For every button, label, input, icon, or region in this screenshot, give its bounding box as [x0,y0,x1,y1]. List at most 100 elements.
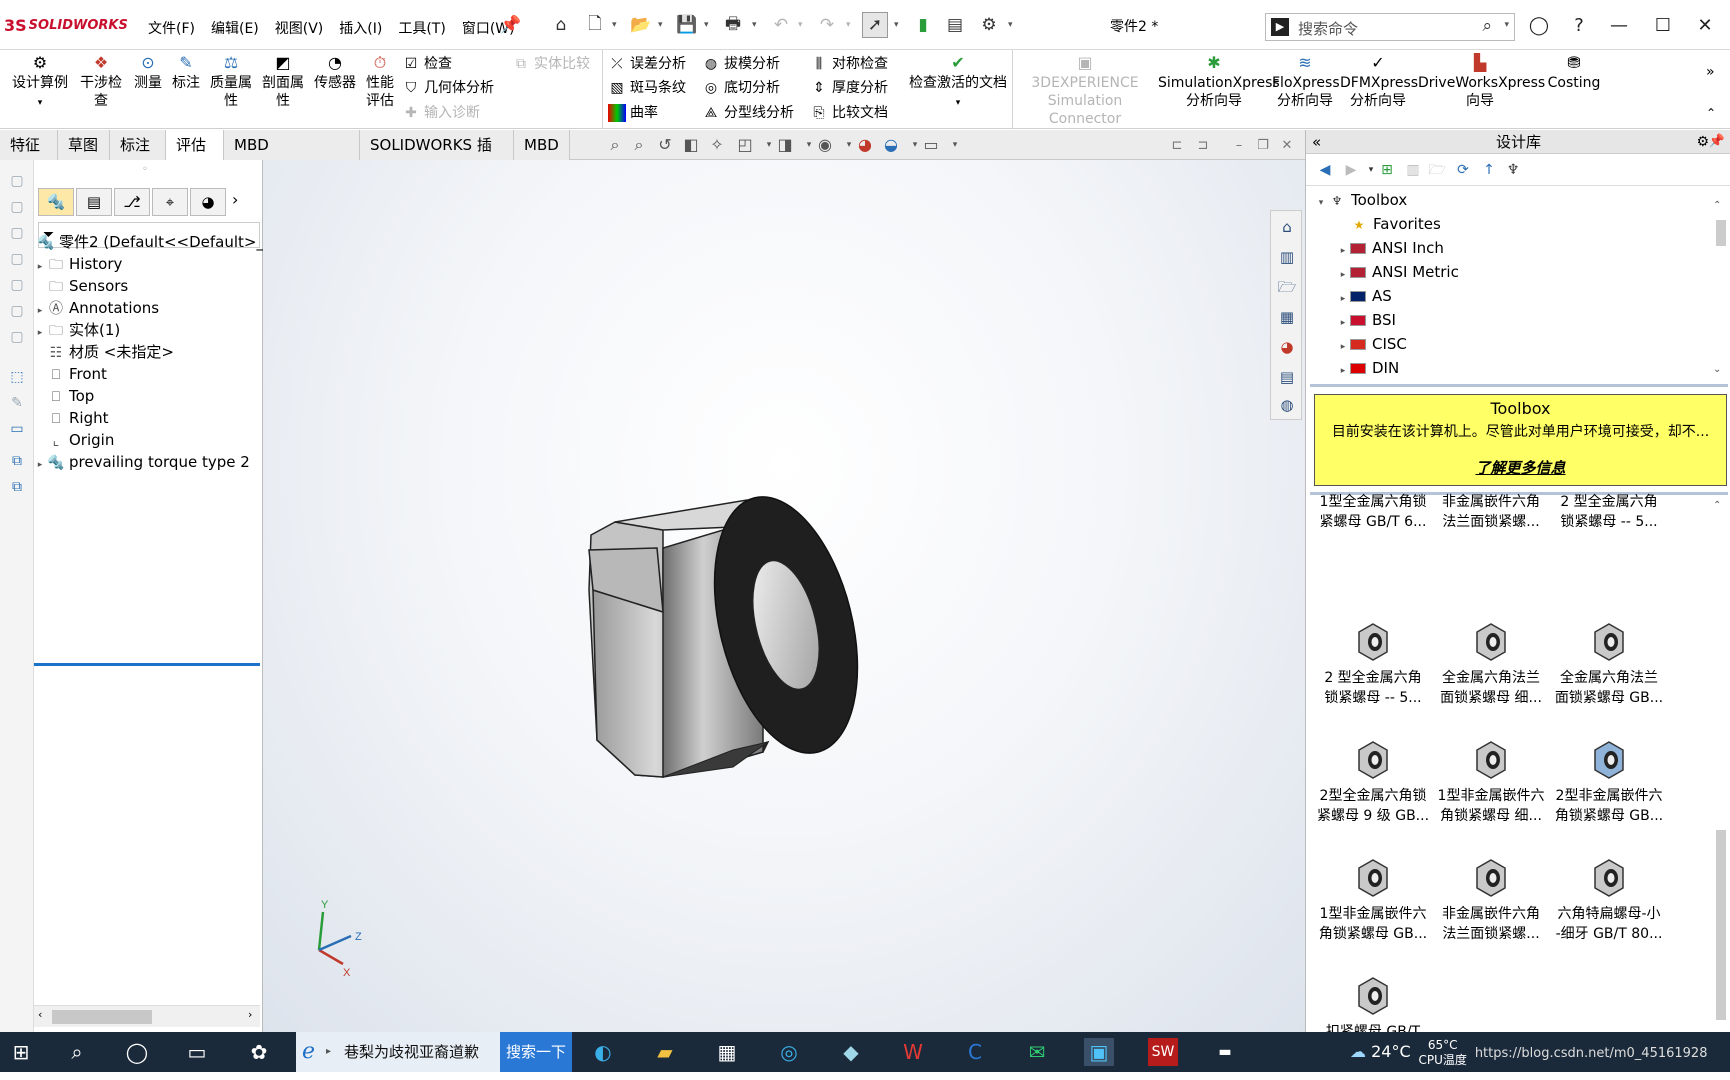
tab-evaluate[interactable]: 评估 [166,130,224,160]
draft-analysis-button[interactable]: ◍ 拔模分析 [702,53,780,75]
cortana-icon[interactable]: ◯ [122,1038,152,1066]
task-view-icon[interactable]: ▭ [182,1038,212,1066]
c-app-icon[interactable]: C [960,1038,990,1066]
toolbox-part-item[interactable]: 2 型全金属六角 锁紧螺母 -- 5... [1314,616,1432,726]
doc-close-icon[interactable]: ✕ [1277,136,1297,156]
dynamic-annotation-icon[interactable]: ✧ [706,134,728,156]
simulationxpress-button[interactable]: ✱ SimulationXpress 分析向导 [1158,54,1280,110]
up-one-level-icon[interactable]: ↑ [1478,160,1500,180]
tab-mbd[interactable]: MBD [514,130,570,160]
sketch-tool-icon[interactable]: ▢ [6,300,28,322]
graphics-area[interactable]: Y Z X ⊏ ⊐ – ❐ ✕ [263,138,1305,1032]
scroll-left-icon[interactable]: ‹ [38,1008,42,1021]
pane-pin-icon[interactable]: 📌 [1709,130,1725,154]
tab-features[interactable]: 特征 [0,130,58,160]
select-tool-icon[interactable]: ⬚ [6,366,28,388]
cpu-temp-widget[interactable]: 65°C CPU温度 [1416,1038,1470,1068]
sketch-tool-icon[interactable]: ▢ [6,222,28,244]
edit-appearance-icon[interactable]: ◕ [854,134,876,156]
app-pinwheel-icon[interactable]: ✿ [244,1038,274,1066]
usb-device-icon[interactable]: ▬ [1210,1038,1240,1066]
menu-insert[interactable]: 插入(I) [331,16,390,42]
menu-view[interactable]: 视图(V) [267,16,332,42]
toolbox-part-item[interactable]: 六角特扁螺母-小 -细牙 GB/T 80... [1550,852,1668,962]
propertymanager-tab-icon[interactable]: ▤ [76,188,112,216]
undercut-analysis-button[interactable]: ◎ 底切分析 [702,77,780,99]
splitter-bar[interactable] [1310,384,1728,387]
rebuild-traffic-light-icon[interactable]: ▮ [910,12,936,38]
floxpress-button[interactable]: ≋ FloXpress 分析向导 [1272,54,1340,110]
tree-item[interactable]: ⎕ Right [34,406,263,430]
windows-start-icon[interactable]: ⊞ [6,1038,36,1066]
tree-scroll-thumb[interactable] [1716,220,1726,246]
print-dropdown-icon[interactable]: ▾ [752,12,762,38]
library-tree-item[interactable]: ▸ ANSI Inch [1336,236,1444,260]
menu-file[interactable]: 文件(F) [140,16,203,42]
thickness-analysis-button[interactable]: ⇕ 厚度分析 [810,77,888,99]
sensor-button[interactable]: ◔ 传感器 [310,54,360,92]
forward-arrow-icon[interactable]: ▶ [1340,160,1362,180]
display-style-icon[interactable]: ◨ [774,134,796,156]
paste-tool-icon[interactable]: ⧉ [6,476,28,498]
zebra-stripes-button[interactable]: ▧ 斑马条纹 [608,77,686,99]
taskbar-search-icon[interactable]: ⌕ [62,1038,92,1066]
tree-item[interactable]: ▸ 🗀 History [34,252,263,276]
dimxpertmanager-tab-icon[interactable]: ⌖ [152,188,188,216]
refresh-icon[interactable]: ⟳ [1452,160,1474,180]
toolbox-part-item[interactable]: 非金属嵌件六角 法兰面锁紧螺... [1432,446,1550,556]
section-properties-button[interactable]: ◩ 剖面属 性 [258,54,308,110]
toolbox-part-item[interactable]: 全金属六角法兰 面锁紧螺母 细... [1432,616,1550,726]
menu-tools[interactable]: 工具(T) [390,16,453,42]
add-file-location-icon[interactable]: ▥ [1402,160,1424,180]
library-expand-icon[interactable]: ▾ [1314,191,1328,215]
library-expand-icon[interactable]: ▸ [1336,359,1350,383]
weather-icon[interactable]: ☁ [1350,1042,1366,1061]
3dexperience-connector-button[interactable]: ▣ 3DEXPERIENCE Simulation Connector [1016,54,1154,128]
markup-button[interactable]: ✎ 标注 [168,54,204,92]
displaymanager-tab-icon[interactable]: ◕ [190,188,226,216]
interference-check-button[interactable]: ❖ 干涉检 查 [76,54,126,110]
view-palette-icon[interactable]: ▦ [1276,306,1298,328]
curvature-button[interactable]: ■曲率 [608,102,658,124]
new-dropdown-icon[interactable]: ▾ [612,12,622,38]
deviation-analysis-button[interactable]: ⤫ 误差分析 [608,53,686,75]
toolbox-settings-icon[interactable]: ♆ [1502,160,1524,180]
check-button[interactable]: ☑ 检查 [402,53,452,75]
hex-nut-model[interactable] [588,482,882,778]
view-orientation-icon[interactable]: ◰ [734,134,756,156]
tree-scroll-up-icon[interactable]: ⌃ [1713,200,1721,211]
pin-icon[interactable]: 📌 [498,12,524,38]
coordinate-triad[interactable]: Y Z X [317,899,362,979]
tree-item[interactable]: ⎕ Top [34,384,263,408]
grid-scroll-up-icon[interactable]: ⌃ [1713,500,1721,511]
solidworks-taskbar-icon[interactable]: SW [1148,1038,1178,1066]
more-tabs-chevron-icon[interactable]: › [232,190,238,209]
smart-dimension-icon[interactable]: ✎ [6,392,28,414]
ribbon-expand-chevron-icon[interactable]: » [1706,64,1715,80]
tab-mbd-dimensions[interactable]: MBD Dimensions [224,130,360,184]
options-gear-icon[interactable]: ⚙ [976,12,1002,38]
custom-properties-icon[interactable]: ▤ [1276,366,1298,388]
toolbox-part-item[interactable]: 全金属六角法兰 面锁紧螺母 GB... [1550,616,1668,726]
toolbox-part-item[interactable]: 1型非金属嵌件六 角锁紧螺母 GB... [1314,852,1432,962]
costing-button[interactable]: ⛃ Costing [1542,54,1606,92]
active-app-icon[interactable]: ▣ [1084,1038,1114,1066]
print-icon[interactable]: 🖶 [720,12,746,38]
tree-item[interactable]: ▸ 🔩 prevailing torque type 2 [34,450,263,474]
library-tree-item[interactable]: ★ Favorites [1336,212,1441,236]
compare-bodies-button[interactable]: ⧉ 实体比较 [512,53,590,75]
search-dropdown-icon[interactable]: ▾ [1504,20,1509,30]
toolbox-part-item[interactable]: 2型全金属六角锁 紧螺母 9 级 GB... [1314,734,1432,844]
performance-evaluation-button[interactable]: ⏱ 性能 评估 [362,54,398,110]
toolbox-part-item[interactable]: 1型非金属嵌件六 角锁紧螺母 细... [1432,734,1550,844]
help-icon[interactable]: ? [1562,12,1596,40]
grid-scroll-thumb[interactable] [1716,830,1726,1020]
copy-tool-icon[interactable]: ⧉ [6,450,28,472]
tab-markup[interactable]: 标注 [110,130,166,160]
doc-minimize-icon[interactable]: – [1229,136,1249,156]
add-to-library-icon[interactable]: ⊞ [1376,160,1398,180]
solidworks-logo[interactable]: 3S SOLIDWORKS [4,14,128,36]
browser-icon[interactable]: ◎ [774,1038,804,1066]
configurationmanager-tab-icon[interactable]: ⎇ [114,188,150,216]
tree-item[interactable]: ⌞ Origin [34,428,263,452]
